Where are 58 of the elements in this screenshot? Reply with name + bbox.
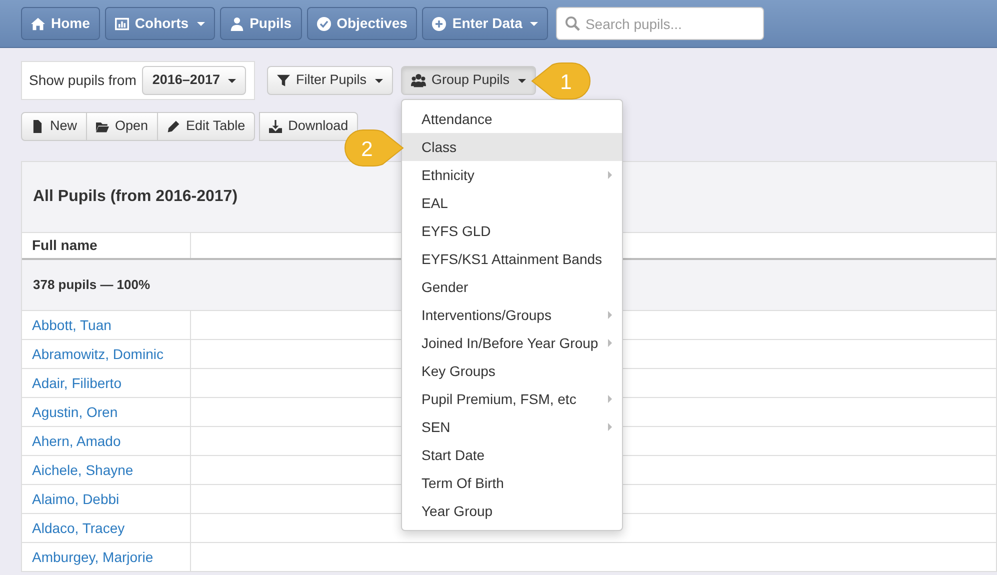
toolbar-button[interactable]: Edit Table (157, 112, 256, 141)
menu-item[interactable]: Term Of Birth (402, 469, 622, 497)
pupil-link[interactable]: Ahern, Amado (32, 430, 121, 452)
menu-item[interactable]: Gender (402, 273, 622, 301)
table-title: All Pupils (from 2016-2017) (33, 187, 238, 207)
pupil-link[interactable]: Agustin, Oren (32, 402, 118, 422)
toolbar-button[interactable]: Download (259, 112, 358, 141)
group-pupils-button[interactable]: Group Pupils (400, 66, 536, 95)
nav-button[interactable]: Cohorts (104, 7, 215, 40)
menu-item[interactable]: Key Groups (402, 357, 622, 385)
menu-item[interactable]: EYFS GLD (402, 217, 622, 245)
submenu-arrow-icon (608, 395, 612, 403)
bar-chart-icon (114, 16, 129, 30)
toolbar-button[interactable]: New (21, 112, 88, 141)
menu-item[interactable]: Joined In/Before Year Group (402, 329, 622, 357)
search-field[interactable]: Search pupils... (556, 7, 764, 40)
menu-item[interactable]: EAL (402, 189, 622, 217)
pupil-link[interactable]: Alaimo, Debbi (32, 488, 120, 510)
menu-item[interactable]: Attendance (402, 105, 622, 133)
nav-button[interactable]: Objectives (306, 7, 418, 40)
menu-item[interactable]: Year Group (402, 497, 622, 525)
check-circle-icon (316, 16, 331, 30)
year-dropdown[interactable]: 2016–2017 (142, 66, 246, 95)
menu-item[interactable]: Ethnicity (402, 161, 622, 189)
submenu-arrow-icon (608, 339, 612, 347)
pupil-link[interactable]: Adair, Filiberto (32, 372, 122, 394)
column-header: Full name (22, 233, 191, 258)
pencil-icon (167, 120, 180, 133)
toolbar-button[interactable]: Open (86, 112, 158, 141)
nav-button[interactable]: Pupils (220, 7, 302, 40)
pupil-link[interactable]: Abbott, Tuan (32, 314, 112, 336)
caret-icon (228, 78, 236, 82)
filter-pupils-button[interactable]: Filter Pupils (266, 66, 392, 95)
menu-item[interactable]: Start Date (402, 441, 622, 469)
caret-icon (518, 78, 526, 82)
step-tooltip: 1 (530, 61, 592, 101)
menu-item[interactable]: Class (402, 133, 622, 161)
download-icon (269, 120, 282, 133)
nav-button[interactable]: Enter Data (422, 7, 548, 40)
group-icon (410, 73, 426, 88)
menu-item[interactable]: Pupil Premium, FSM, etc (402, 385, 622, 413)
submenu-arrow-icon (608, 423, 612, 431)
file-icon (31, 120, 44, 133)
caret-icon (374, 78, 382, 82)
year-label: Show pupils from (29, 71, 136, 90)
home-icon (31, 16, 45, 30)
user-icon (230, 16, 244, 30)
plus-circle-icon (432, 16, 446, 30)
folder-icon (96, 120, 110, 133)
submenu-arrow-icon (608, 171, 612, 179)
pupil-link[interactable]: Aichele, Shayne (32, 460, 134, 480)
pupil-link[interactable]: Amburgey, Marjorie (32, 546, 154, 568)
menu-item[interactable]: SEN (402, 413, 622, 441)
pupil-link[interactable]: Aldaco, Tracey (32, 518, 125, 538)
nav-button[interactable]: Home (21, 7, 100, 40)
pupil-link[interactable]: Abramowitz, Dominic (32, 344, 164, 364)
submenu-arrow-icon (608, 311, 612, 319)
filter-icon (276, 74, 290, 87)
